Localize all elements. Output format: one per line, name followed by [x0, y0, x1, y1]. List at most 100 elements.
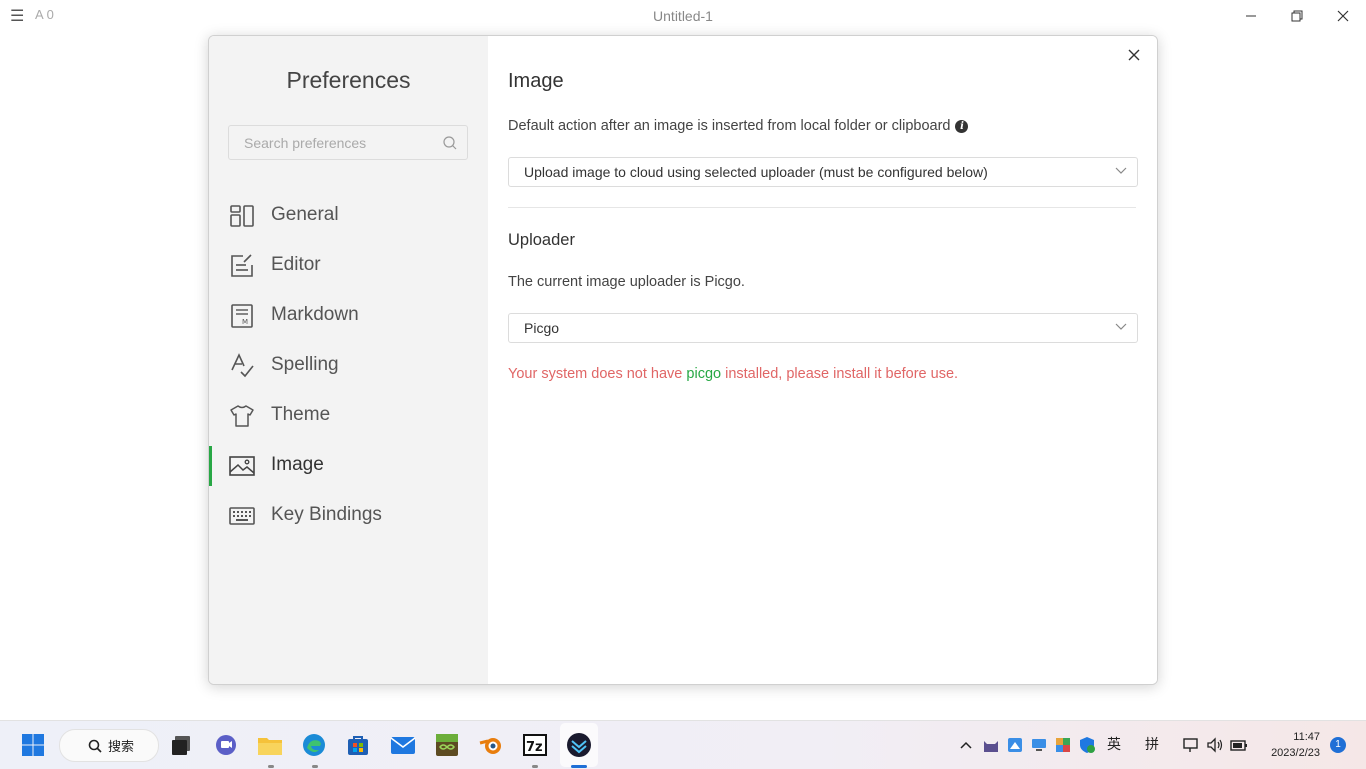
sidebar-item-label: Theme — [271, 404, 331, 425]
mail-button[interactable] — [389, 731, 417, 759]
notification-badge[interactable]: 1 — [1330, 737, 1346, 753]
edge-icon — [303, 734, 325, 756]
chevron-down-icon — [1115, 167, 1127, 174]
minecraft-button[interactable] — [433, 731, 461, 759]
general-icon — [230, 205, 254, 227]
editor-icon — [231, 254, 253, 277]
network-icon — [1183, 738, 1198, 752]
teams-chat-button[interactable] — [212, 731, 240, 759]
uploader-title: Uploader — [508, 231, 575, 249]
cat-icon — [984, 741, 998, 752]
task-view-button[interactable] — [167, 731, 195, 759]
search-preferences-box — [228, 125, 468, 160]
close-dialog-button[interactable] — [1123, 44, 1145, 66]
picgo-warning: Your system does not have picgo installe… — [508, 366, 958, 382]
sidebar-item-label: Image — [271, 454, 324, 475]
default-action-select[interactable]: Upload image to cloud using selected upl… — [508, 157, 1138, 187]
restore-icon — [1291, 10, 1303, 22]
preferences-title: Preferences — [286, 67, 411, 93]
section-title: Image — [508, 70, 564, 92]
sidebar-item-label: Editor — [271, 254, 321, 275]
volume-button[interactable] — [1204, 731, 1226, 759]
sidebar-item-spelling[interactable]: Spelling — [209, 341, 488, 391]
preferences-sidebar: Preferences General Editor M Markdown Sp… — [209, 36, 488, 684]
search-icon[interactable] — [443, 136, 457, 150]
tray-app-monitor[interactable] — [1028, 731, 1050, 759]
minimize-icon — [1246, 15, 1256, 17]
store-icon — [348, 736, 368, 755]
minecraft-icon — [436, 734, 458, 756]
uploader-select[interactable]: Picgo — [508, 313, 1138, 343]
blender-button[interactable] — [477, 731, 505, 759]
theme-icon — [230, 405, 254, 427]
ime-language[interactable]: 英 — [1107, 734, 1121, 754]
sidebar-item-image[interactable]: Image — [209, 441, 488, 491]
taskbar-clock[interactable]: 11:47 2023/2/23 — [1262, 729, 1320, 761]
tray-cat-app[interactable] — [980, 731, 1002, 759]
show-hidden-icons-button[interactable] — [956, 731, 976, 759]
svg-text:7z: 7z — [526, 740, 543, 755]
chevron-up-icon — [960, 741, 972, 749]
battery-button[interactable] — [1228, 731, 1250, 759]
tray-security[interactable] — [1076, 731, 1098, 759]
file-explorer-icon — [258, 738, 282, 755]
preferences-content: Image Default action after an image is i… — [488, 36, 1157, 684]
taskbar-search-label: 搜索 — [108, 739, 135, 754]
blender-icon — [479, 738, 501, 754]
minimize-button[interactable] — [1228, 0, 1274, 32]
edge-button[interactable] — [300, 731, 328, 759]
chevron-down-icon — [1115, 323, 1127, 330]
tray-app-grid[interactable] — [1052, 731, 1074, 759]
search-preferences-input[interactable] — [229, 126, 444, 159]
divider — [508, 207, 1136, 208]
restore-button[interactable] — [1274, 0, 1320, 32]
preferences-nav: General Editor M Markdown Spelling Theme… — [209, 191, 488, 541]
tray-app-icon — [1008, 738, 1022, 752]
default-action-value: Upload image to cloud using selected upl… — [524, 164, 988, 180]
marktext-icon — [567, 733, 591, 757]
taskbar: 搜索 7z 英 拼 11:47 2023/2/23 1 — [0, 720, 1366, 769]
markdown-icon: M — [231, 304, 253, 328]
window-title: Untitled-1 — [653, 8, 713, 24]
search-icon — [88, 739, 102, 753]
file-explorer-button[interactable] — [256, 731, 284, 759]
battery-icon — [1230, 740, 1247, 751]
clock-date: 2023/2/23 — [1271, 747, 1320, 759]
task-view-icon — [172, 736, 190, 755]
warning-text-post: installed, please install it before use. — [721, 366, 959, 382]
marktext-button[interactable] — [565, 731, 593, 759]
uploader-value: Picgo — [524, 320, 560, 336]
sidebar-item-label: Key Bindings — [271, 504, 382, 525]
tray-app-blue[interactable] — [1004, 731, 1026, 759]
7zip-icon: 7z — [523, 734, 547, 756]
close-window-button[interactable] — [1320, 0, 1366, 32]
taskbar-search[interactable]: 搜索 — [59, 729, 159, 762]
ime-mode[interactable]: 拼 — [1145, 734, 1159, 754]
close-icon — [1128, 49, 1140, 61]
spelling-icon — [231, 353, 254, 378]
sidebar-item-theme[interactable]: Theme — [209, 391, 488, 441]
start-button[interactable] — [19, 731, 47, 759]
sidebar-item-editor[interactable]: Editor — [209, 241, 488, 291]
warning-text-pre: Your system does not have — [508, 366, 687, 382]
clock-time: 11:47 — [1293, 731, 1320, 743]
uploader-description: The current image uploader is Picgo. — [508, 274, 745, 290]
7zip-button[interactable]: 7z — [521, 731, 549, 759]
grid-app-icon — [1056, 738, 1070, 752]
image-icon — [229, 456, 255, 476]
sidebar-item-label: General — [271, 204, 339, 225]
info-icon[interactable]: i — [955, 119, 969, 133]
network-button[interactable] — [1180, 731, 1202, 759]
volume-icon — [1207, 737, 1223, 753]
picgo-link[interactable]: picgo — [686, 366, 721, 382]
sidebar-item-key-bindings[interactable]: Key Bindings — [209, 491, 488, 541]
mail-icon — [390, 737, 416, 754]
preferences-dialog: Preferences General Editor M Markdown Sp… — [208, 35, 1158, 685]
sidebar-item-general[interactable]: General — [209, 191, 488, 241]
sidebar-item-markdown[interactable]: M Markdown — [209, 291, 488, 341]
sidebar-item-label: Markdown — [271, 304, 359, 325]
default-action-description: Default action after an image is inserte… — [508, 118, 969, 134]
store-button[interactable] — [344, 731, 372, 759]
monitor-icon — [1032, 739, 1046, 751]
close-icon — [1337, 10, 1349, 22]
